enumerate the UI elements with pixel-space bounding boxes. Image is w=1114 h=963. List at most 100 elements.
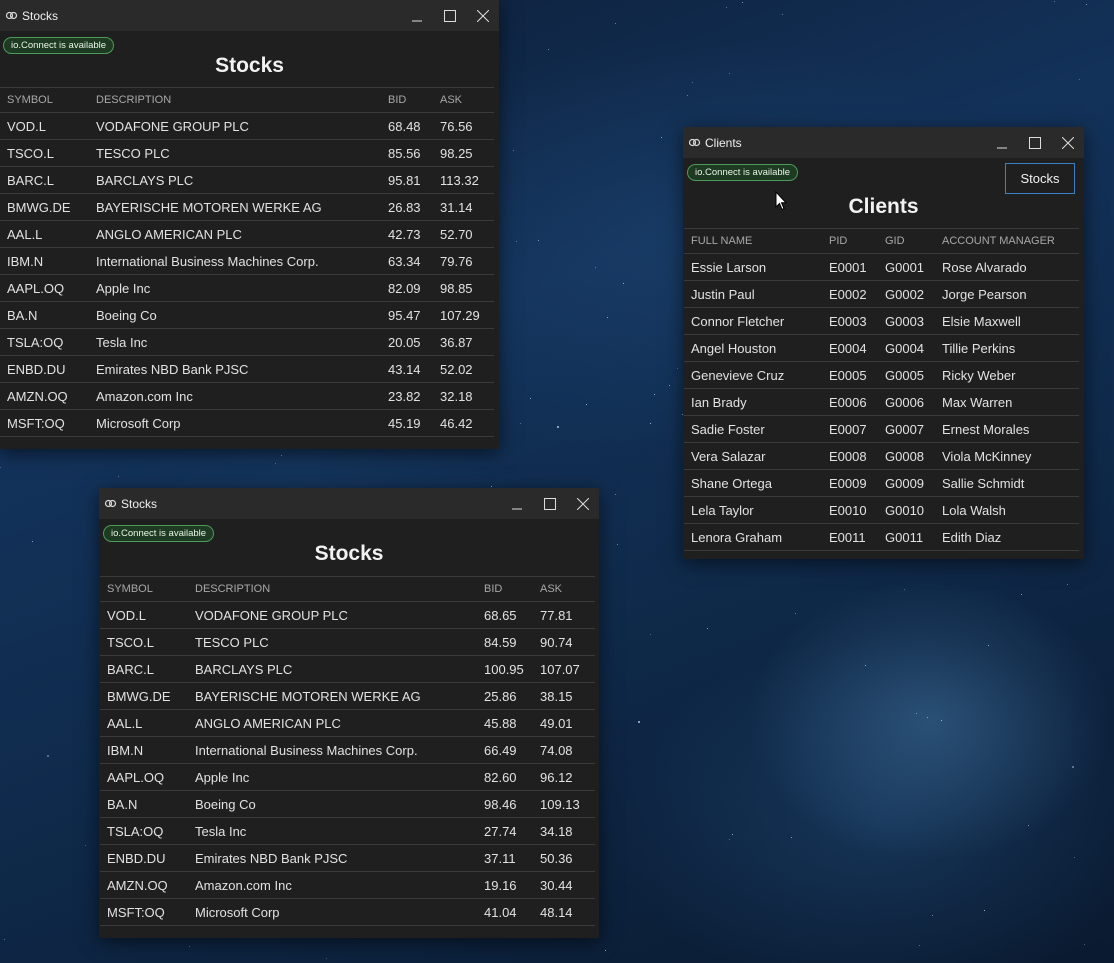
column-header[interactable]: ASK bbox=[433, 87, 494, 113]
table-row[interactable]: AAL.L ANGLO AMERICAN PLC 45.88 49.01 bbox=[100, 709, 595, 737]
title-bar[interactable]: Stocks bbox=[99, 488, 599, 519]
table-row[interactable]: Lela Taylor E0010 G0010 Lola Walsh bbox=[684, 496, 1079, 524]
table-cell: Tesla Inc bbox=[188, 817, 477, 845]
table-row[interactable]: IBM.N International Business Machines Cor… bbox=[100, 736, 595, 764]
stocks-table: SYMBOL DESCRIPTION BID ASK VOD.L VODAFONE GR… bbox=[0, 87, 494, 437]
close-icon[interactable] bbox=[1051, 127, 1084, 158]
table-cell: Microsoft Corp bbox=[89, 409, 381, 437]
table-row[interactable]: AMZN.OQ Amazon.com Inc 23.82 32.18 bbox=[0, 382, 494, 410]
table-row[interactable]: VOD.L VODAFONE GROUP PLC 68.48 76.56 bbox=[0, 112, 494, 140]
table-cell: 52.70 bbox=[433, 220, 494, 248]
table-cell: G0011 bbox=[878, 523, 935, 551]
table-row[interactable]: Lenora Graham E0011 G0011 Edith Diaz bbox=[684, 523, 1079, 551]
table-row[interactable]: BA.N Boeing Co 98.46 109.13 bbox=[100, 790, 595, 818]
star bbox=[661, 137, 662, 138]
table-cell: E0006 bbox=[822, 388, 878, 416]
column-header[interactable]: ASK bbox=[533, 576, 595, 602]
table-row[interactable]: BARC.L BARCLAYS PLC 100.95 107.07 bbox=[100, 655, 595, 683]
star bbox=[732, 834, 733, 835]
column-header[interactable]: SYMBOL bbox=[100, 576, 188, 602]
minimize-icon[interactable] bbox=[500, 488, 533, 519]
star bbox=[4, 939, 5, 940]
table-cell: 50.36 bbox=[533, 844, 595, 872]
table-cell: Lenora Graham bbox=[684, 523, 822, 551]
column-header[interactable]: BID bbox=[477, 576, 533, 602]
table-cell: 113.32 bbox=[433, 166, 494, 194]
table-cell: Vera Salazar bbox=[684, 442, 822, 470]
table-cell: G0007 bbox=[878, 415, 935, 443]
table-row[interactable]: MSFT:OQ Microsoft Corp 41.04 48.14 bbox=[100, 898, 595, 926]
minimize-icon[interactable] bbox=[400, 0, 433, 31]
title-bar[interactable]: Clients bbox=[683, 127, 1084, 158]
column-header[interactable]: DESCRIPTION bbox=[89, 87, 381, 113]
star bbox=[654, 394, 655, 395]
table-row[interactable]: AAPL.OQ Apple Inc 82.09 98.85 bbox=[0, 274, 494, 302]
table-row[interactable]: Connor Fletcher E0003 G0003 Elsie Maxwell bbox=[684, 307, 1079, 335]
table-row[interactable]: AAL.L ANGLO AMERICAN PLC 42.73 52.70 bbox=[0, 220, 494, 248]
star bbox=[47, 755, 49, 757]
maximize-icon[interactable] bbox=[433, 0, 466, 31]
table-row[interactable]: TSCO.L TESCO PLC 84.59 90.74 bbox=[100, 628, 595, 656]
star bbox=[1067, 584, 1068, 585]
column-header[interactable]: FULL NAME bbox=[684, 228, 822, 254]
table-row[interactable]: Justin Paul E0002 G0002 Jorge Pearson bbox=[684, 280, 1079, 308]
table-cell: Ricky Weber bbox=[935, 361, 1079, 389]
open-stocks-button[interactable]: Stocks bbox=[1005, 163, 1075, 194]
table-cell: AAPL.OQ bbox=[0, 274, 89, 302]
table-cell: G0003 bbox=[878, 307, 935, 335]
column-header[interactable]: ACCOUNT MANAGER bbox=[935, 228, 1079, 254]
table-row[interactable]: Genevieve Cruz E0005 G0005 Ricky Weber bbox=[684, 361, 1079, 389]
table-row[interactable]: BMWG.DE BAYERISCHE MOTOREN WERKE AG 25.86 3… bbox=[100, 682, 595, 710]
table-row[interactable]: BMWG.DE BAYERISCHE MOTOREN WERKE AG 26.83 3… bbox=[0, 193, 494, 221]
column-header[interactable]: SYMBOL bbox=[0, 87, 89, 113]
table-cell: 82.60 bbox=[477, 763, 533, 791]
table-row[interactable]: Angel Houston E0004 G0004 Tillie Perkins bbox=[684, 334, 1079, 362]
table-row[interactable]: Shane Ortega E0009 G0009 Sallie Schmidt bbox=[684, 469, 1079, 497]
table-cell: 49.01 bbox=[533, 709, 595, 737]
star bbox=[548, 49, 549, 50]
column-header[interactable]: PID bbox=[822, 228, 878, 254]
table-cell: 27.74 bbox=[477, 817, 533, 845]
table-cell: ENBD.DU bbox=[0, 355, 89, 383]
table-cell: International Business Machines Corp. bbox=[89, 247, 381, 275]
column-header[interactable]: BID bbox=[381, 87, 433, 113]
minimize-icon[interactable] bbox=[985, 127, 1018, 158]
table-cell: 82.09 bbox=[381, 274, 433, 302]
star bbox=[513, 150, 514, 151]
table-row[interactable]: AAPL.OQ Apple Inc 82.60 96.12 bbox=[100, 763, 595, 791]
star bbox=[275, 463, 276, 464]
star bbox=[607, 317, 608, 318]
maximize-icon[interactable] bbox=[533, 488, 566, 519]
table-row[interactable]: TSLA:OQ Tesla Inc 27.74 34.18 bbox=[100, 817, 595, 845]
table-cell: Viola McKinney bbox=[935, 442, 1079, 470]
star bbox=[595, 267, 596, 268]
table-row[interactable]: ENBD.DU Emirates NBD Bank PJSC 37.11 50.36 bbox=[100, 844, 595, 872]
table-row[interactable]: AMZN.OQ Amazon.com Inc 19.16 30.44 bbox=[100, 871, 595, 899]
column-header[interactable]: GID bbox=[878, 228, 935, 254]
table-cell: Apple Inc bbox=[188, 763, 477, 791]
table-row[interactable]: IBM.N International Business Machines Cor… bbox=[0, 247, 494, 275]
table-cell: 48.14 bbox=[533, 898, 595, 926]
table-cell: E0002 bbox=[822, 280, 878, 308]
table-row[interactable]: MSFT:OQ Microsoft Corp 45.19 46.42 bbox=[0, 409, 494, 437]
maximize-icon[interactable] bbox=[1018, 127, 1051, 158]
table-cell: BARCLAYS PLC bbox=[188, 655, 477, 683]
table-row[interactable]: TSLA:OQ Tesla Inc 20.05 36.87 bbox=[0, 328, 494, 356]
table-row[interactable]: Sadie Foster E0007 G0007 Ernest Morales bbox=[684, 415, 1079, 443]
table-cell: Boeing Co bbox=[89, 301, 381, 329]
table-cell: BAYERISCHE MOTOREN WERKE AG bbox=[188, 682, 477, 710]
star bbox=[557, 426, 559, 428]
title-bar[interactable]: Stocks bbox=[0, 0, 499, 31]
close-icon[interactable] bbox=[566, 488, 599, 519]
table-row[interactable]: BA.N Boeing Co 95.47 107.29 bbox=[0, 301, 494, 329]
table-row[interactable]: TSCO.L TESCO PLC 85.56 98.25 bbox=[0, 139, 494, 167]
table-row[interactable]: VOD.L VODAFONE GROUP PLC 68.65 77.81 bbox=[100, 601, 595, 629]
close-icon[interactable] bbox=[466, 0, 499, 31]
table-cell: 68.48 bbox=[381, 112, 433, 140]
table-row[interactable]: BARC.L BARCLAYS PLC 95.81 113.32 bbox=[0, 166, 494, 194]
table-row[interactable]: Ian Brady E0006 G0006 Max Warren bbox=[684, 388, 1079, 416]
column-header[interactable]: DESCRIPTION bbox=[188, 576, 477, 602]
table-row[interactable]: ENBD.DU Emirates NBD Bank PJSC 43.14 52.02 bbox=[0, 355, 494, 383]
table-row[interactable]: Vera Salazar E0008 G0008 Viola McKinney bbox=[684, 442, 1079, 470]
table-row[interactable]: Essie Larson E0001 G0001 Rose Alvarado bbox=[684, 253, 1079, 281]
